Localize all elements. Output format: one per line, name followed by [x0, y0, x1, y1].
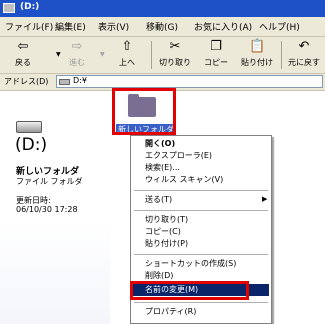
menu-create-shortcut[interactable]: ショートカットの作成(S): [145, 258, 236, 269]
window-title: (D:): [20, 2, 40, 12]
menu-bar: ファイル(F) 編集(E) 表示(V) 移動(G) お気に入り(A) ヘルプ(H…: [0, 17, 325, 37]
menu-properties[interactable]: プロパティ(R): [145, 306, 196, 317]
copy-icon: ❐: [210, 39, 222, 54]
menu-view[interactable]: 表示(V): [98, 20, 129, 33]
forward-button[interactable]: ⇨ 進む: [62, 39, 92, 71]
menu-copy[interactable]: コピー(C): [145, 226, 181, 237]
menu-separator: [134, 302, 268, 303]
back-button[interactable]: ⇦ 戻る: [8, 39, 38, 71]
paste-icon: 📋: [249, 39, 266, 54]
drive-icon: [16, 121, 42, 133]
menu-virus-scan[interactable]: ウィルス スキャン(V): [145, 174, 223, 185]
undo-label: 元に戻す: [288, 58, 320, 67]
selected-item-type: ファイル フォルダ: [16, 177, 83, 186]
menu-send-to[interactable]: 送る(T): [145, 194, 172, 205]
forward-arrow-icon: ⇨: [71, 39, 83, 54]
menu-separator: [134, 210, 268, 211]
drive-icon: [59, 79, 70, 85]
scissors-icon: ✂: [169, 39, 181, 54]
paste-label: 貼り付け: [241, 58, 273, 67]
menu-delete[interactable]: 削除(D): [145, 270, 173, 281]
address-value: D:¥: [73, 76, 87, 85]
toolbar-separator: [151, 41, 152, 69]
menu-file[interactable]: ファイル(F): [5, 20, 53, 33]
address-label: アドレス(D): [4, 77, 49, 86]
panel-drive-label: (D:): [15, 135, 48, 155]
menu-paste[interactable]: 貼り付け(P): [145, 238, 188, 249]
menu-separator: [134, 190, 268, 191]
toolbar: ⇦ 戻る ▼ ⇨ 進む ▼ ⇧ 上へ ✂ 切り取り ❐ コピー 📋 貼り付け ↶…: [0, 37, 325, 74]
address-input[interactable]: D:¥: [56, 75, 323, 88]
cut-button[interactable]: ✂ 切り取り: [155, 39, 195, 71]
up-label: 上へ: [119, 58, 135, 67]
copy-label: コピー: [204, 58, 228, 67]
menu-favorites[interactable]: お気に入り(A): [194, 20, 252, 33]
forward-dropdown-icon[interactable]: ▼: [100, 51, 105, 58]
back-label: 戻る: [15, 58, 31, 67]
undo-icon: ↶: [298, 39, 310, 54]
window-icon: [3, 3, 15, 13]
paste-button[interactable]: 📋 貼り付け: [237, 39, 277, 71]
menu-separator: [134, 254, 268, 255]
menu-edit[interactable]: 編集(E): [55, 20, 86, 33]
menu-go[interactable]: 移動(G): [146, 20, 178, 33]
forward-label: 進む: [69, 58, 85, 67]
details-panel: (D:) 新しいフォルダ ファイル フォルダ 更新日時: 06/10/30 17…: [0, 91, 110, 324]
submenu-arrow-icon: ▶: [262, 195, 268, 203]
folder-callout-box: [112, 88, 176, 135]
menu-explore[interactable]: エクスプローラ(E): [145, 150, 212, 161]
menu-cut[interactable]: 切り取り(T): [145, 214, 188, 225]
back-dropdown-icon[interactable]: ▼: [56, 51, 61, 58]
back-arrow-icon: ⇦: [17, 39, 29, 54]
modified-date: 06/10/30 17:28: [16, 205, 78, 214]
rename-callout-box: [130, 281, 249, 300]
copy-button[interactable]: ❐ コピー: [201, 39, 231, 71]
toolbar-separator: [281, 41, 282, 69]
menu-help[interactable]: ヘルプ(H): [259, 20, 300, 33]
menu-search[interactable]: 検索(E)...: [145, 162, 180, 173]
undo-button[interactable]: ↶ 元に戻す: [285, 39, 323, 71]
up-folder-icon: ⇧: [121, 39, 133, 54]
up-button[interactable]: ⇧ 上へ: [112, 39, 142, 71]
cut-label: 切り取り: [159, 58, 191, 67]
menu-open[interactable]: 開く(O): [145, 138, 175, 149]
title-bar: (D:): [0, 0, 325, 17]
